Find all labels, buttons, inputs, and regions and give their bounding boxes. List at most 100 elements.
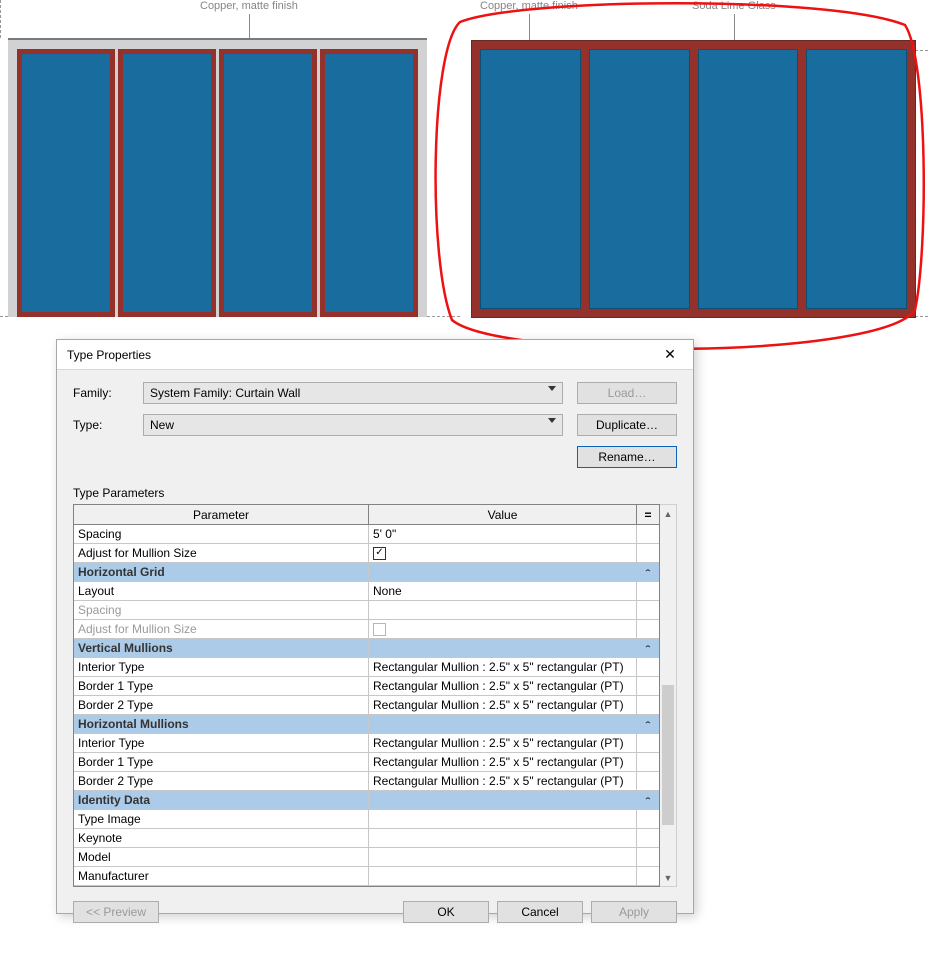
type-properties-dialog: Type Properties ✕ Family: System Family:… (56, 339, 694, 914)
model-canvas[interactable]: Copper, matte finish Copper, matte finis… (0, 0, 928, 320)
grid-row[interactable]: Adjust for Mullion Size (74, 620, 659, 639)
value-cell[interactable]: Rectangular Mullion : 2.5" x 5" rectangu… (369, 753, 637, 771)
glass-panel[interactable] (320, 49, 418, 317)
value-cell[interactable] (369, 829, 637, 847)
value-cell[interactable] (369, 810, 637, 828)
cancel-button[interactable]: Cancel (497, 901, 583, 923)
grid-row[interactable]: Interior TypeRectangular Mullion : 2.5" … (74, 658, 659, 677)
scroll-down-icon[interactable]: ▼ (660, 869, 676, 886)
grid-row[interactable]: Interior TypeRectangular Mullion : 2.5" … (74, 734, 659, 753)
glass-panel[interactable] (219, 49, 317, 317)
eq-cell (637, 601, 659, 619)
ok-button[interactable]: OK (403, 901, 489, 923)
glass-panel[interactable] (480, 49, 581, 309)
grid-row[interactable]: LayoutNone (74, 582, 659, 601)
value-cell[interactable]: None (369, 582, 637, 600)
parameter-grid[interactable]: Parameter Value = Spacing5' 0"Adjust for… (73, 504, 660, 887)
eq-cell (637, 810, 659, 828)
value-cell[interactable]: Rectangular Mullion : 2.5" x 5" rectangu… (369, 772, 637, 790)
scroll-up-icon[interactable]: ▲ (660, 505, 676, 522)
grid-section-header[interactable]: Horizontal Mullions ⌃ (74, 715, 659, 734)
value-cell[interactable] (369, 848, 637, 866)
param-cell[interactable]: Layout (74, 582, 369, 600)
collapse-icon[interactable]: ⌃ (644, 568, 652, 576)
param-cell[interactable]: Model (74, 848, 369, 866)
value-cell[interactable]: 5' 0" (369, 525, 637, 543)
value-cell[interactable] (369, 620, 637, 638)
value-cell[interactable]: ✓ (369, 544, 637, 562)
grid-row[interactable]: Spacing (74, 601, 659, 620)
grid-row[interactable]: Adjust for Mullion Size ✓ (74, 544, 659, 563)
param-cell[interactable]: Keynote (74, 829, 369, 847)
value-cell[interactable]: Rectangular Mullion : 2.5" x 5" rectangu… (369, 677, 637, 695)
glass-panel[interactable] (806, 49, 907, 309)
duplicate-button[interactable]: Duplicate… (577, 414, 677, 436)
family-combo[interactable]: System Family: Curtain Wall (143, 382, 563, 404)
param-cell[interactable]: Border 2 Type (74, 696, 369, 714)
eq-cell: ⌃ (637, 639, 659, 657)
value-cell (369, 563, 637, 581)
dialog-titlebar[interactable]: Type Properties ✕ (57, 340, 693, 370)
type-combo[interactable]: New (143, 414, 563, 436)
curtain-wall-right[interactable] (471, 40, 916, 318)
header-equals[interactable]: = (637, 505, 659, 524)
material-tag-text: Copper, matte finish (480, 0, 578, 12)
param-cell[interactable]: Border 2 Type (74, 772, 369, 790)
rename-button[interactable]: Rename… (577, 446, 677, 468)
grid-row[interactable]: Model (74, 848, 659, 867)
param-cell[interactable]: Identity Data (74, 791, 369, 809)
value-cell[interactable]: Rectangular Mullion : 2.5" x 5" rectangu… (369, 734, 637, 752)
glass-panel[interactable] (118, 49, 216, 317)
param-cell[interactable]: Adjust for Mullion Size (74, 620, 369, 638)
param-cell[interactable]: Type Image (74, 810, 369, 828)
param-cell[interactable]: Horizontal Mullions (74, 715, 369, 733)
grid-section-header[interactable]: Horizontal Grid ⌃ (74, 563, 659, 582)
preview-button[interactable]: << Preview (73, 901, 159, 923)
grid-row[interactable]: Border 1 TypeRectangular Mullion : 2.5" … (74, 753, 659, 772)
vertical-scrollbar[interactable]: ▲ ▼ (660, 504, 677, 887)
param-cell[interactable]: Manufacturer (74, 867, 369, 885)
grid-row[interactable]: Type Image (74, 810, 659, 829)
param-cell[interactable]: Spacing (74, 525, 369, 543)
glass-panel[interactable] (589, 49, 690, 309)
value-cell[interactable]: Rectangular Mullion : 2.5" x 5" rectangu… (369, 658, 637, 676)
eq-cell (637, 677, 659, 695)
material-tag-copper-left[interactable]: Copper, matte finish (200, 0, 298, 12)
grid-section-header[interactable]: Identity Data ⌃ (74, 791, 659, 810)
grid-section-header[interactable]: Vertical Mullions ⌃ (74, 639, 659, 658)
param-cell[interactable]: Border 1 Type (74, 753, 369, 771)
dialog-body: Family: System Family: Curtain Wall Load… (57, 370, 693, 891)
grid-row[interactable]: Manufacturer (74, 867, 659, 886)
value-cell[interactable]: Rectangular Mullion : 2.5" x 5" rectangu… (369, 696, 637, 714)
chevron-down-icon (548, 386, 556, 391)
value-cell[interactable] (369, 601, 637, 619)
value-cell (369, 639, 637, 657)
collapse-icon[interactable]: ⌃ (644, 644, 652, 652)
collapse-icon[interactable]: ⌃ (644, 796, 652, 804)
header-parameter[interactable]: Parameter (74, 505, 369, 524)
close-button[interactable]: ✕ (647, 340, 693, 370)
param-cell[interactable]: Adjust for Mullion Size (74, 544, 369, 562)
glass-panel[interactable] (17, 49, 115, 317)
grid-row[interactable]: Border 1 TypeRectangular Mullion : 2.5" … (74, 677, 659, 696)
grid-row[interactable]: Keynote (74, 829, 659, 848)
param-cell[interactable]: Interior Type (74, 658, 369, 676)
param-cell[interactable]: Horizontal Grid (74, 563, 369, 581)
grid-row[interactable]: Border 2 TypeRectangular Mullion : 2.5" … (74, 772, 659, 791)
material-tag-copper-right[interactable]: Copper, matte finish (480, 0, 578, 12)
curtain-wall-left[interactable] (8, 38, 427, 317)
value-cell[interactable] (369, 867, 637, 885)
family-label: Family: (73, 386, 143, 400)
collapse-icon[interactable]: ⌃ (644, 720, 652, 728)
param-cell[interactable]: Interior Type (74, 734, 369, 752)
param-cell[interactable]: Vertical Mullions (74, 639, 369, 657)
material-tag-glass[interactable]: Soda Lime Glass (692, 0, 776, 12)
grid-row[interactable]: Spacing5' 0" (74, 525, 659, 544)
checkbox[interactable]: ✓ (373, 547, 386, 560)
param-cell[interactable]: Spacing (74, 601, 369, 619)
glass-panel[interactable] (698, 49, 799, 309)
header-value[interactable]: Value (369, 505, 637, 524)
grid-row[interactable]: Border 2 TypeRectangular Mullion : 2.5" … (74, 696, 659, 715)
param-cell[interactable]: Border 1 Type (74, 677, 369, 695)
scroll-thumb[interactable] (662, 685, 674, 825)
